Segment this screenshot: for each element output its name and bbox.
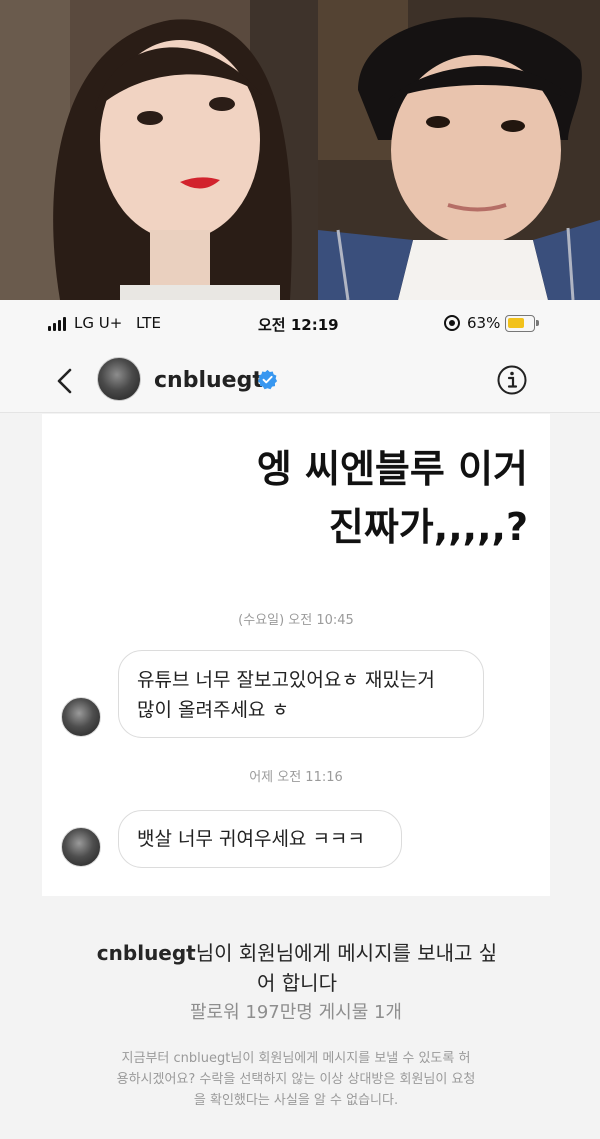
request-username: cnbluegt bbox=[96, 941, 196, 965]
status-time: 오전 12:19 bbox=[258, 316, 339, 334]
message-text: 뱃살 너무 귀여우세요 ㅋㅋㅋ bbox=[137, 828, 365, 850]
avatar[interactable] bbox=[97, 357, 141, 401]
request-title-text: 님이 회원님에게 메시지를 보내고 싶 bbox=[195, 941, 498, 965]
request-note-line1: 지금부터 cnbluegt님이 회원님에게 메시지를 보낼 수 있도록 허 bbox=[121, 1051, 471, 1066]
battery-icon bbox=[505, 315, 539, 332]
carrier-name: LG U+ bbox=[74, 314, 123, 332]
signal-strength-icon bbox=[48, 317, 70, 331]
request-stats: 팔로워 197만명 게시물 1개 bbox=[189, 1002, 402, 1023]
message-text-line1: 유튜브 너무 잘보고있어요ㅎ 재밌는거 bbox=[137, 669, 435, 691]
story-caption: 엥 씨엔블루 이거 진짜가,,,,,? bbox=[257, 440, 528, 556]
chevron-left-icon[interactable] bbox=[52, 366, 78, 396]
photo-woman bbox=[0, 0, 318, 300]
battery-percent: 63% bbox=[467, 314, 501, 332]
battery-level bbox=[508, 318, 524, 328]
status-bar: LG U+ LTE 오전 12:19 63% bbox=[0, 300, 600, 348]
photo-strip bbox=[0, 0, 600, 300]
verified-badge-icon bbox=[257, 369, 278, 390]
message-bubble[interactable]: 뱃살 너무 귀여우세요 ㅋㅋㅋ bbox=[118, 810, 402, 868]
network-type: LTE bbox=[136, 314, 161, 332]
request-note-line2: 용하시겠어요? 수락을 선택하지 않는 이상 상대방은 회원님이 요청 bbox=[116, 1072, 476, 1087]
message-text-line2: 많이 올려주세요 ㅎ bbox=[137, 699, 289, 721]
photo-man bbox=[318, 0, 600, 300]
request-note: 지금부터 cnbluegt님이 회원님에게 메시지를 보낼 수 있도록 허 용하… bbox=[68, 1048, 524, 1111]
message-request-panel: cnbluegt님이 회원님에게 메시지를 보내고 싶 어 합니다 팔로워 19… bbox=[42, 896, 550, 1139]
message-bubble[interactable]: 유튜브 너무 잘보고있어요ㅎ 재밌는거 많이 올려주세요 ㅎ bbox=[118, 650, 484, 738]
request-note-line3: 을 확인했다는 사실을 알 수 없습니다. bbox=[193, 1093, 399, 1108]
story-caption-line2: 진짜가,,,,,? bbox=[328, 505, 528, 549]
header-username[interactable]: cnbluegt bbox=[154, 368, 263, 393]
orientation-lock-icon bbox=[444, 315, 460, 331]
sender-avatar[interactable] bbox=[61, 827, 101, 867]
story-caption-line1: 엥 씨엔블루 이거 bbox=[256, 447, 528, 491]
message-timestamp: (수요일) 오전 10:45 bbox=[238, 613, 354, 628]
sender-avatar[interactable] bbox=[61, 697, 101, 737]
request-title: cnbluegt님이 회원님에게 메시지를 보내고 싶 어 합니다 bbox=[72, 938, 522, 998]
dm-header: cnbluegt bbox=[0, 348, 600, 413]
info-icon[interactable] bbox=[496, 364, 528, 396]
chat-thread: 엥 씨엔블루 이거 진짜가,,,,,? (수요일) 오전 10:45 유튜브 너… bbox=[42, 414, 550, 896]
message-timestamp: 어제 오전 11:16 bbox=[249, 770, 343, 785]
request-title-line2: 어 합니다 bbox=[257, 971, 337, 995]
